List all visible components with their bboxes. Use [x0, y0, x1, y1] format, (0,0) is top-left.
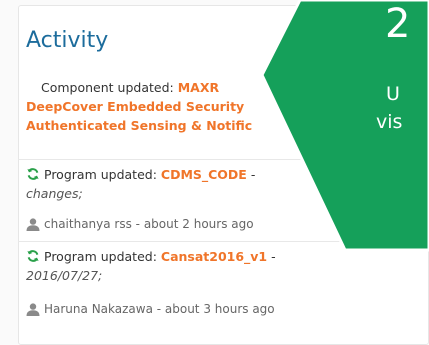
program-link-cdms-code[interactable]: CDMS_CODE	[161, 167, 247, 182]
program-link-cansat2016[interactable]: Cansat2016_v1	[161, 249, 267, 264]
user-link-chaithanya[interactable]: chaithanya rss - about 2 hours ago	[44, 217, 254, 231]
divider	[18, 241, 429, 242]
component-link[interactable]: MAXR	[178, 80, 219, 95]
refresh-icon	[27, 250, 39, 262]
program-update-detail: changes;	[26, 186, 83, 201]
user-icon	[26, 302, 40, 316]
user-icon	[26, 217, 40, 231]
program-update-item: Program updated: Cansat2016_v1 - 2016/07…	[26, 247, 416, 285]
component-link-line2[interactable]: DeepCover Embedded Security	[26, 97, 406, 116]
program-update-label: Program updated:	[44, 167, 161, 182]
component-update-label: Component updated:	[41, 80, 178, 95]
promo-badge-text-line2: vis	[376, 111, 403, 133]
program-update-detail: 2016/07/27;	[26, 268, 103, 283]
program-update-item: Program updated: CDMS_CODE - changes;	[26, 165, 416, 203]
component-update-item: Component updated: MAXR DeepCover Embedd…	[26, 78, 406, 135]
divider	[18, 159, 429, 160]
activity-title: Activity	[26, 28, 109, 53]
user-attribution: Haruna Nakazawa - about 3 hours ago	[26, 302, 275, 316]
component-link-line3[interactable]: Authenticated Sensing & Notific	[26, 116, 406, 135]
promo-badge-text-line1: U	[386, 83, 400, 105]
program-update-separator: -	[267, 249, 276, 264]
user-attribution: chaithanya rss - about 2 hours ago	[26, 217, 254, 231]
user-link-haruna[interactable]: Haruna Nakazawa - about 3 hours ago	[44, 302, 275, 316]
program-update-separator: -	[246, 167, 256, 182]
promo-badge-number: 2	[385, 1, 411, 47]
refresh-icon	[27, 168, 39, 180]
program-update-label: Program updated:	[44, 249, 161, 264]
